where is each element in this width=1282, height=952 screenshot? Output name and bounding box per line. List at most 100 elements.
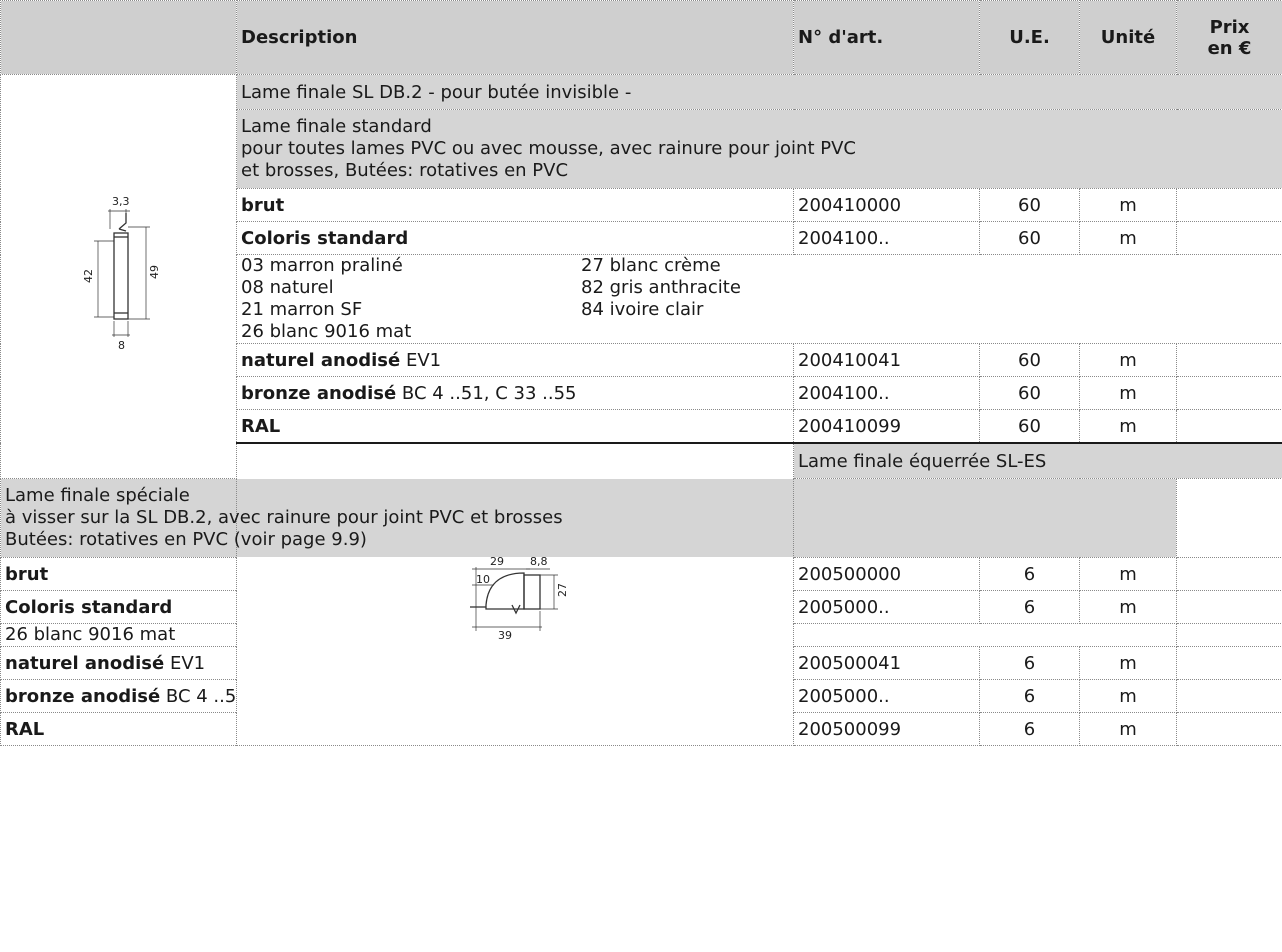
description-line: à visser sur la SL DB.2, avec rainure po… [5, 507, 563, 528]
price-header-line1: Prix [1209, 16, 1250, 38]
price-table: Description N° d'art. U.E. Unité Prix en … [0, 0, 1282, 746]
item-label: brut [241, 194, 285, 216]
item-label: brut [5, 563, 49, 585]
dim-label: 39 [498, 629, 512, 642]
item-label: Coloris standard [241, 227, 409, 249]
article-number: 200410041 [793, 343, 980, 377]
description-block-row: Lame finale spéciale à visser sur la SL … [0, 478, 1282, 558]
unit-value: m [1079, 590, 1177, 624]
color-option: 27 blanc crème [581, 255, 721, 277]
ue-value: 60 [979, 343, 1080, 377]
profile-drawing-cell: 3,3 42 49 8 [0, 74, 237, 479]
dim-label: 10 [476, 573, 490, 586]
colors-column-right: 27 blanc crème 82 gris anthracite 84 ivo… [581, 255, 881, 343]
article-number: 200410000 [793, 188, 980, 222]
item-description: RAL [0, 712, 237, 746]
profile-drawing-sl-db2: 3,3 42 49 8 [82, 195, 161, 352]
description-header: Description [236, 0, 794, 75]
description-line: Lame finale standard [241, 116, 432, 137]
dim-label: 29 [490, 555, 504, 568]
article-number: 200500000 [793, 557, 980, 591]
price-value [1176, 376, 1282, 410]
item-label: RAL [5, 718, 45, 740]
item-label: RAL [241, 415, 281, 437]
color-option: 21 marron SF [241, 299, 363, 320]
unit-value: m [1079, 376, 1177, 410]
price-header: Prix en € [1176, 0, 1282, 75]
price-value [1176, 188, 1282, 222]
dim-label: 42 [82, 269, 95, 283]
price-value [1176, 712, 1282, 746]
item-description: RAL [236, 409, 794, 444]
article-number: 200500041 [793, 646, 980, 680]
description-block: Lame finale standard pour toutes lames P… [236, 109, 1282, 189]
ue-value: 6 [979, 557, 1080, 591]
article-number: 2005000.. [793, 590, 980, 624]
color-option: 26 blanc 9016 mat [5, 624, 176, 646]
unit-value: m [1079, 646, 1177, 680]
item-suffix: BC 4 ..51, C 33 ..55 [165, 685, 237, 707]
ue-value: 6 [979, 590, 1080, 624]
dim-label: 49 [148, 265, 161, 279]
article-number: 2004100.. [793, 376, 980, 410]
dim-label: 3,3 [112, 195, 130, 208]
price-header-line2: en € [1207, 37, 1252, 59]
item-description: brut [236, 188, 794, 222]
header-row: Description N° d'art. U.E. Unité Prix en … [0, 0, 1282, 75]
dim-label: 8 [118, 339, 125, 352]
article-number: 2004100.. [793, 221, 980, 255]
item-suffix: BC 4 ..51, C 33 ..55 [396, 382, 577, 404]
article-header: N° d'art. [793, 0, 980, 75]
colors-column-left: 03 marron praliné 08 naturel 21 marron S… [241, 255, 581, 343]
unit-value: m [1079, 712, 1177, 746]
unit-value: m [1079, 409, 1177, 444]
price-value [1176, 343, 1282, 377]
color-option: 08 naturel [241, 277, 334, 298]
unit-value: m [1079, 188, 1177, 222]
ue-value: 60 [979, 188, 1080, 222]
item-suffix: EV1 [164, 652, 206, 674]
price-value [1176, 646, 1282, 680]
price-value [1176, 590, 1282, 624]
image-header [0, 0, 237, 75]
color-option: 03 marron praliné [241, 255, 403, 277]
item-description: Coloris standard [236, 221, 794, 255]
section-title-row: 3,3 42 49 8 Lame finale SL DB.2 - pour b… [0, 74, 1282, 479]
article-number: 200500099 [793, 712, 980, 746]
ue-value: 6 [979, 646, 1080, 680]
item-description: Coloris standard [0, 590, 237, 624]
profile-drawing-sl-es: 29 8,8 10 27 39 [470, 555, 569, 642]
description-line: pour toutes lames PVC ou avec mousse, av… [241, 138, 856, 159]
description-line: et brosses, Butées: rotatives en PVC [241, 160, 569, 181]
colors-row: 26 blanc 9016 mat [0, 623, 1282, 647]
item-description: naturel anodisé EV1 [236, 343, 794, 377]
price-value [1176, 679, 1282, 713]
unit-value: m [1079, 221, 1177, 255]
color-option: 82 gris anthracite [581, 277, 741, 298]
section-title: Lame finale équerrée SL-ES [793, 442, 1282, 479]
ue-value: 60 [979, 221, 1080, 255]
item-description: bronze anodisé BC 4 ..51, C 33 ..55 [236, 376, 794, 410]
section-title: Lame finale SL DB.2 - pour butée invisib… [236, 74, 1282, 110]
price-value [1176, 557, 1282, 591]
item-description: brut [0, 557, 237, 591]
unit-value: m [1079, 679, 1177, 713]
item-label: naturel anodisé [241, 349, 401, 371]
item-label: bronze anodisé [241, 382, 397, 404]
description-line: Lame finale spéciale [5, 485, 190, 506]
unit-header: Unité [1079, 0, 1177, 75]
item-description: naturel anodisé EV1 [0, 646, 237, 680]
unit-value: m [1079, 343, 1177, 377]
dim-label: 27 [556, 583, 569, 597]
description-line: Butées: rotatives en PVC (voir page 9.9) [5, 529, 367, 550]
ue-value: 60 [979, 376, 1080, 410]
item-description: bronze anodisé BC 4 ..51, C 33 ..55 [0, 679, 237, 713]
description-block: Lame finale spéciale à visser sur la SL … [0, 478, 1177, 558]
price-value [1176, 409, 1282, 444]
unit-value: m [1079, 557, 1177, 591]
standard-colors-list: 26 blanc 9016 mat [0, 623, 1177, 647]
ue-value: 6 [979, 679, 1080, 713]
ue-value: 60 [979, 409, 1080, 444]
dim-label: 8,8 [530, 555, 548, 568]
color-option: 26 blanc 9016 mat [241, 321, 412, 342]
